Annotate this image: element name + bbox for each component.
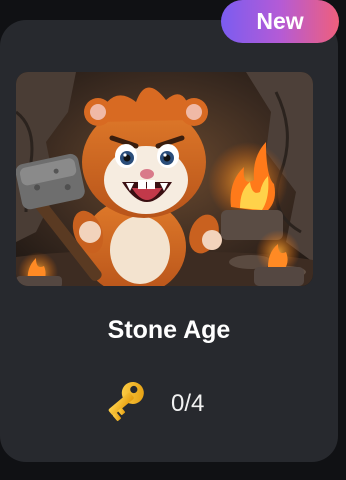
hamster-caveman-illustration — [16, 72, 313, 286]
card-image — [16, 72, 313, 286]
key-icon — [103, 380, 155, 428]
card-title: Stone Age — [107, 316, 231, 344]
key-count: 0/4 — [171, 390, 205, 417]
key-progress: 0/4 — [103, 380, 204, 428]
new-badge: New — [221, 0, 339, 43]
